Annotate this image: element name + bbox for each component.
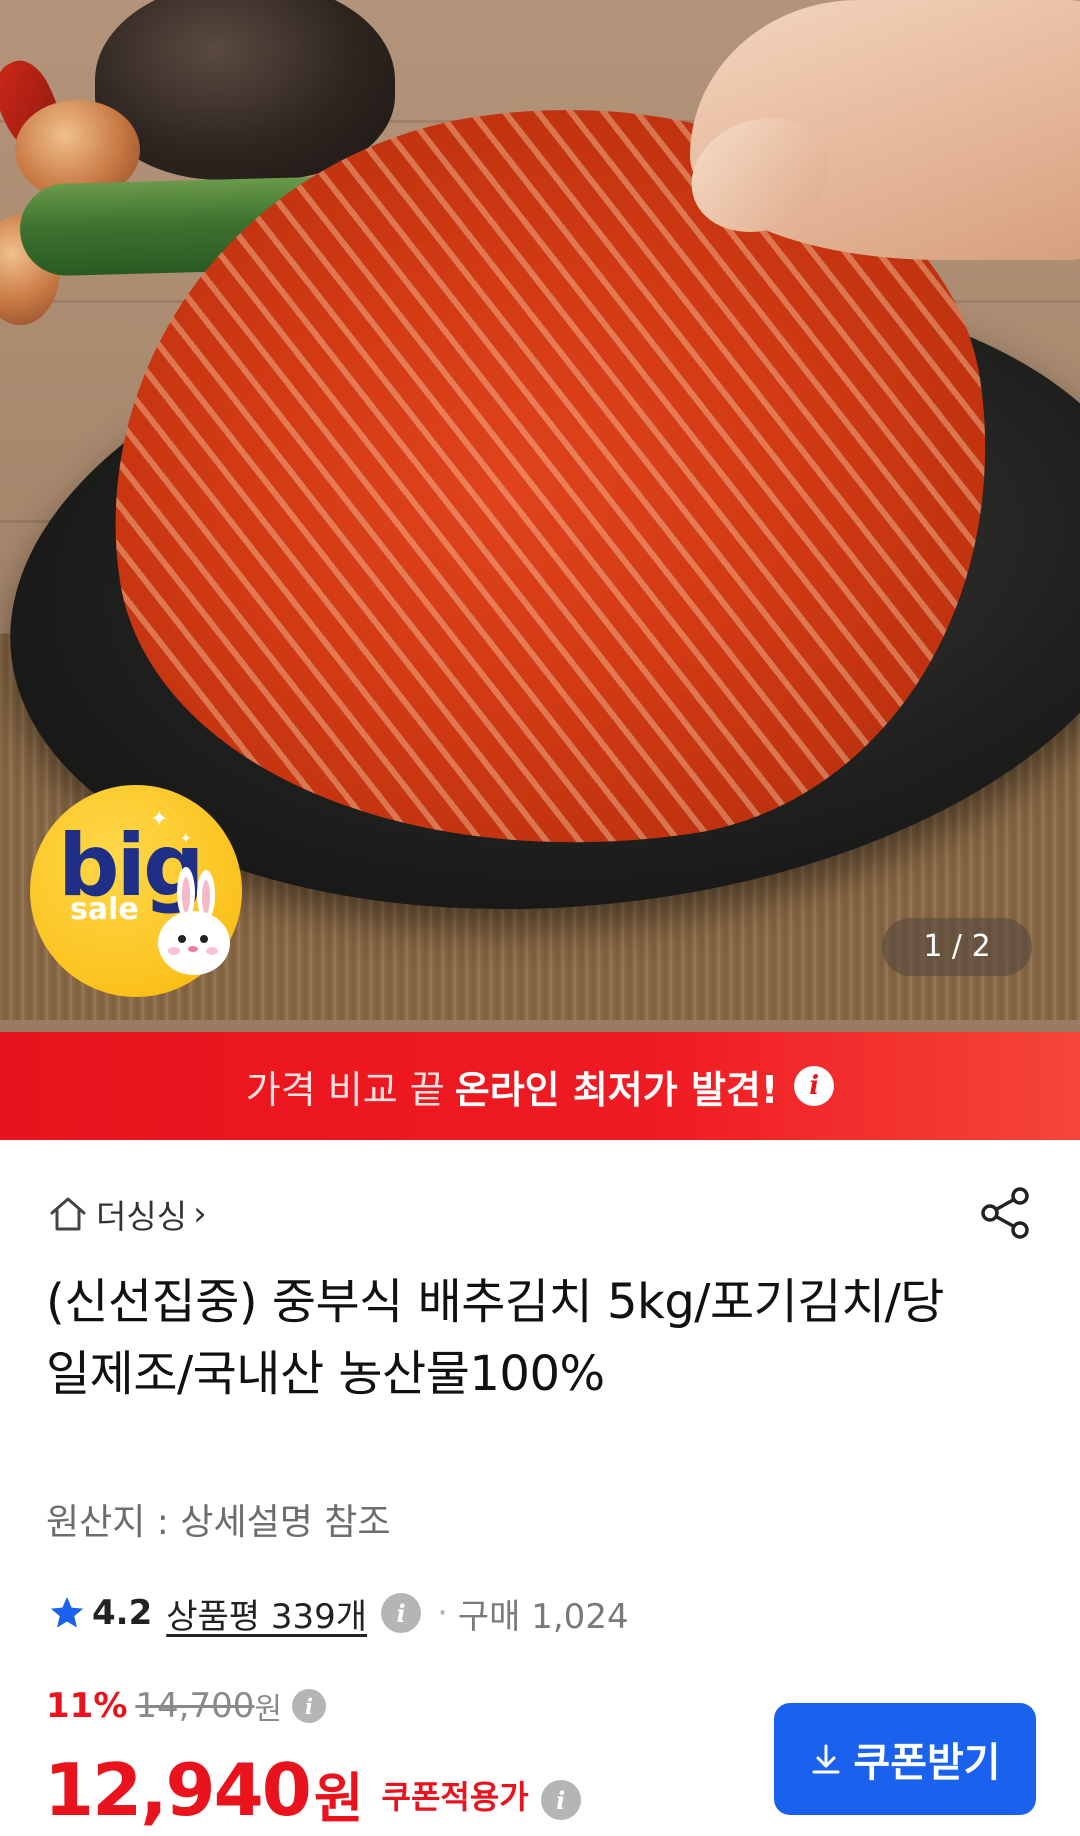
share-icon[interactable] bbox=[976, 1183, 1036, 1243]
origin-text: 원산지 : 상세설명 참조 bbox=[46, 1502, 391, 1543]
info-icon[interactable]: i bbox=[381, 1593, 422, 1633]
rating-score: 4.2 bbox=[92, 1593, 153, 1633]
product-image-gallery[interactable]: big sale ✦ ✦ 1 / 2 bbox=[0, 0, 1080, 1032]
purchase-count: 구매 1,024 bbox=[457, 1596, 629, 1637]
reviews-link[interactable]: 상품평 339개 bbox=[166, 1589, 367, 1638]
product-title: (신선집중) 중부식 배추김치 5kg/포기김치/당일제조/국내산 농산물100… bbox=[46, 1274, 944, 1402]
lowest-price-banner[interactable]: 가격 비교 끝 온라인 최저가 발견! i bbox=[0, 1032, 1080, 1140]
get-coupon-button[interactable]: 쿠폰받기 bbox=[774, 1703, 1036, 1815]
badge-sale-text: sale bbox=[70, 892, 139, 927]
separator-dot: · bbox=[437, 1593, 448, 1633]
info-icon[interactable]: i bbox=[794, 1066, 835, 1106]
store-link[interactable]: 더싱싱 › bbox=[48, 1188, 207, 1240]
image-counter: 1 / 2 bbox=[882, 918, 1032, 976]
jar-image bbox=[95, 0, 395, 180]
info-icon[interactable]: i bbox=[540, 1780, 581, 1820]
coupon-price-unit: 원 bbox=[313, 1767, 364, 1830]
store-name: 더싱싱 bbox=[96, 1197, 188, 1236]
banner-text: 가격 비교 끝 bbox=[245, 1067, 445, 1112]
chevron-right-icon: › bbox=[193, 1194, 207, 1234]
product-page: big sale ✦ ✦ 1 / 2 가격 비교 끝 온라인 최저가 발견! i bbox=[0, 0, 1080, 1836]
coupon-price: 12,940 bbox=[44, 1748, 312, 1832]
star-icon bbox=[50, 1596, 84, 1628]
banner-highlight-text: 온라인 최저가 발견! bbox=[454, 1067, 779, 1112]
sparkle-icon: ✦ bbox=[150, 807, 169, 832]
download-arrow-icon bbox=[812, 1744, 840, 1774]
home-icon bbox=[50, 1197, 86, 1231]
sparkle-icon: ✦ bbox=[180, 831, 192, 847]
rating-row: 4.2 상품평 339개 i · 구매 1,024 bbox=[48, 1588, 629, 1638]
discount-rate: 11% bbox=[46, 1686, 128, 1726]
original-price: 14,700 bbox=[135, 1686, 255, 1726]
coupon-button-label: 쿠폰받기 bbox=[853, 1740, 1001, 1786]
original-price-row: 11% 14,700 원 i bbox=[46, 1684, 326, 1728]
coupon-price-row: 12,940 원 쿠폰적용가 i bbox=[44, 1738, 581, 1826]
bunny-icon bbox=[158, 867, 230, 975]
big-sale-badge: big sale ✦ ✦ bbox=[30, 785, 242, 997]
info-icon[interactable]: i bbox=[291, 1689, 326, 1723]
coupon-price-label: 쿠폰적용가 bbox=[381, 1778, 529, 1816]
original-price-unit: 원 bbox=[254, 1692, 282, 1727]
